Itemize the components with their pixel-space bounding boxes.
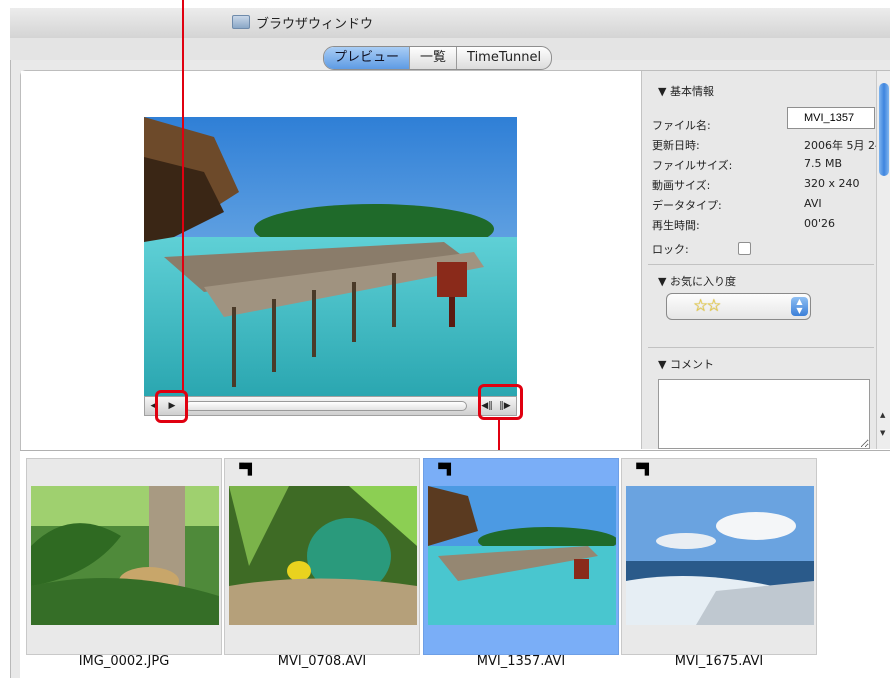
window-title-group: ブラウザウィンドウ [232,12,373,32]
thumbnail-image [229,486,417,625]
duration-label: 再生時間: [652,219,700,232]
video-controller: ◀ ▶ ◀‖ ‖▶ [144,396,517,416]
videosize-label: 動画サイズ: [652,179,711,192]
datatype-value: AVI [804,197,822,210]
scroll-down-icon[interactable]: ▼ [880,429,885,437]
section-divider [648,347,874,348]
tab-preview[interactable]: プレビュー [324,47,411,69]
filesize-label: ファイルサイズ: [652,159,733,172]
scroll-thumb[interactable] [879,83,889,176]
duration-value: 00'26 [804,217,836,230]
thumbnail-image [428,486,616,625]
thumbnail-name: MVI_0708.AVI [277,654,367,669]
info-panel: ▼ 基本情報 ファイル名: 更新日時: 2006年 5月 24 ファイルサイズ:… [641,71,882,449]
scroll-up-icon[interactable]: ▲ [880,411,885,419]
filename-field[interactable] [787,107,875,129]
annotation-line-play [182,0,184,393]
rating-stars-icon: ☆☆ [693,296,722,316]
lock-checkbox[interactable] [738,242,751,255]
annotation-box-step [478,384,523,420]
playback-slider[interactable] [185,401,467,411]
thumbnail-image [31,486,219,625]
thumbnail-cell[interactable]: ▝▜ [224,458,420,655]
tab-list[interactable]: 一覧 [410,47,458,69]
tab-timetunnel[interactable]: TimeTunnel [457,47,551,69]
modified-label: 更新日時: [652,139,700,152]
thumbnail-cell-selected[interactable]: ▝▜ [423,458,619,655]
comment-textarea[interactable] [658,379,870,449]
modified-value: 2006年 5月 24 [804,139,882,152]
filesize-value: 7.5 MB [804,157,843,170]
thumbnail-name: MVI_1675.AVI [674,654,764,669]
video-frame-image [144,117,517,397]
videosize-value: 320 x 240 [804,177,860,190]
datatype-label: データタイプ: [652,199,722,212]
thumbnail-name: MVI_1357.AVI [476,654,566,669]
video-preview[interactable] [144,117,517,397]
movie-camera-icon: ▝▜ [632,463,649,476]
window-title: ブラウザウィンドウ [256,16,374,32]
movie-camera-icon: ▝▜ [235,463,252,476]
window-titlebar [10,8,890,39]
movie-camera-icon: ▝▜ [434,463,451,476]
section-divider [648,264,874,265]
thumbnail-cell[interactable]: ▝▜ [621,458,817,655]
thumbnail-image [626,486,814,625]
info-scrollbar[interactable]: ▲ ▼ [876,71,890,449]
view-tabs: プレビュー 一覧 TimeTunnel [323,46,553,70]
filename-label: ファイル名: [652,119,711,132]
popup-arrows-icon: ▲ ▼ [791,297,808,316]
favorite-header[interactable]: ▼ お気に入り度 [658,273,736,289]
basic-info-header[interactable]: ▼ 基本情報 [658,83,714,99]
thumbnail-cell[interactable] [26,458,222,655]
comment-header[interactable]: ▼ コメント [658,356,714,372]
thumbnail-name: IMG_0002.JPG [78,654,170,669]
favorite-rating-popup[interactable]: ☆☆ ▲ ▼ [666,293,811,320]
annotation-box-play [155,390,188,423]
lock-label: ロック: [652,243,689,256]
folder-icon [232,15,250,29]
